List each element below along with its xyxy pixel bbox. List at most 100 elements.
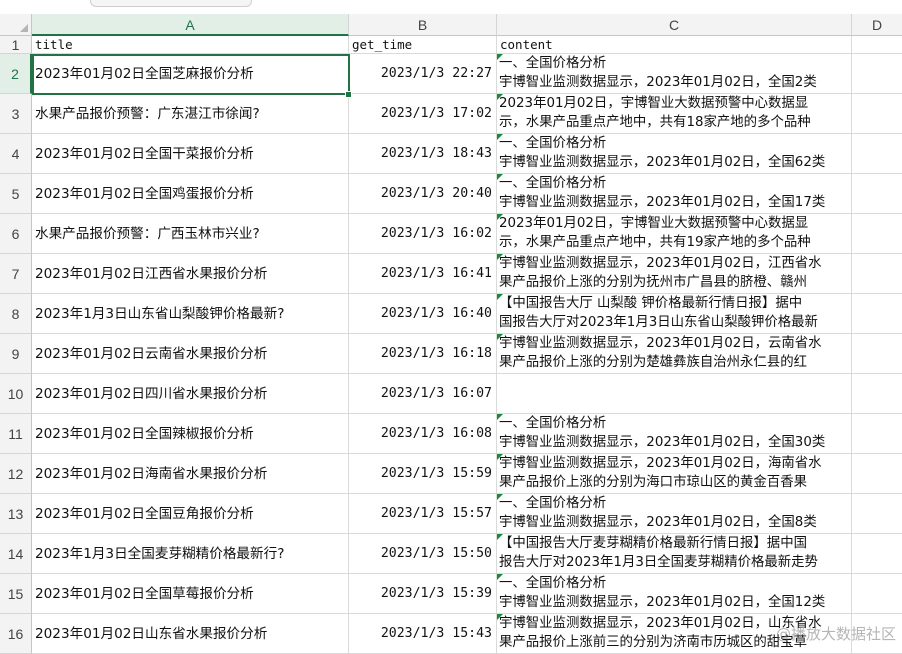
content-line: 一、全国价格分析 [499,136,607,151]
time-cell[interactable]: 2023/1/3 15:43 [349,614,497,654]
time-cell[interactable]: 2023/1/3 16:02 [349,214,497,254]
time-cell[interactable]: 2023/1/3 15:50 [349,534,497,574]
empty-cell-d[interactable] [852,294,902,334]
empty-cell-d[interactable] [852,94,902,134]
title-cell[interactable]: 2023年1月3日山东省山梨酸钾价格最新? [32,294,349,334]
empty-cell-d[interactable] [852,494,902,534]
spreadsheet-grid: A B C D 1 title get_time content 2 2023年0… [0,14,902,654]
cell-c1[interactable]: content [497,36,852,54]
time-cell[interactable]: 2023/1/3 22:27 [349,54,497,94]
empty-cell-d[interactable] [852,214,902,254]
row-header[interactable]: 8 [0,294,32,334]
error-indicator-icon [497,94,503,100]
toolbar-tab-stub[interactable] [90,0,252,7]
column-header-a[interactable]: A [32,14,349,36]
empty-cell-d[interactable] [852,54,902,94]
content-line: 报告大厅对2023年1月3日全国麦芽糊精价格最新走势 [499,555,818,570]
content-cell[interactable]: 一、全国价格分析 宇博智业监测数据显示，2023年01月02日，全国62类 [497,134,852,174]
time-cell[interactable]: 2023/1/3 15:59 [349,454,497,494]
time-cell[interactable]: 2023/1/3 16:07 [349,374,497,414]
title-cell[interactable]: 2023年01月02日全国辣椒报价分析 [32,414,349,454]
content-cell[interactable]: 宇博智业监测数据显示，2023年01月02日，云南省水 果产品报价上涨的分别为楚雄… [497,334,852,374]
row-header[interactable]: 14 [0,534,32,574]
cell-a1[interactable]: title [32,36,349,54]
top-strip [0,0,902,14]
empty-cell-d[interactable] [852,534,902,574]
time-cell[interactable]: 2023/1/3 16:18 [349,334,497,374]
title-cell[interactable]: 2023年01月02日云南省水果报价分析 [32,334,349,374]
empty-cell-d[interactable] [852,334,902,374]
row-header[interactable]: 7 [0,254,32,294]
content-line: 宇博智业监测数据显示，2023年01月02日，全国12类 [499,595,826,610]
error-indicator-icon [497,134,503,140]
row-header[interactable]: 13 [0,494,32,534]
title-cell[interactable]: 2023年01月02日全国鸡蛋报价分析 [32,174,349,214]
row-header[interactable]: 12 [0,454,32,494]
content-cell[interactable]: 一、全国价格分析 宇博智业监测数据显示，2023年01月02日，全国30类 [497,414,852,454]
time-cell[interactable]: 2023/1/3 15:39 [349,574,497,614]
error-indicator-icon [497,534,503,540]
title-cell[interactable]: 2023年01月02日全国豆角报价分析 [32,494,349,534]
error-indicator-icon [497,574,503,580]
column-header-c[interactable]: C [497,14,852,36]
row-header[interactable]: 3 [0,94,32,134]
row-header[interactable]: 11 [0,414,32,454]
time-cell[interactable]: 2023/1/3 16:41 [349,254,497,294]
content-line: 一、全国价格分析 [499,176,607,191]
title-cell[interactable]: 水果产品报价预警：广西玉林市兴业? [32,214,349,254]
title-cell[interactable]: 2023年01月02日海南省水果报价分析 [32,454,349,494]
empty-cell-d[interactable] [852,374,902,414]
row-header[interactable]: 4 [0,134,32,174]
empty-cell-d[interactable] [852,574,902,614]
time-cell[interactable]: 2023/1/3 17:02 [349,94,497,134]
title-cell[interactable]: 水果产品报价预警：广东湛江市徐闻? [32,94,349,134]
content-cell[interactable]: 2023年01月02日，宇博智业大数据预警中心数据显 示，水果产品重点产地中，共有… [497,94,852,134]
empty-cell-d[interactable] [852,254,902,294]
empty-cell-d[interactable] [852,454,902,494]
row-header[interactable]: 2 [0,54,32,94]
content-line: 【中国报告大厅 山梨酸 钾价格最新行情日报】据中 [499,296,803,311]
cell-d1[interactable] [852,36,902,54]
title-cell[interactable]: 2023年01月02日江西省水果报价分析 [32,254,349,294]
row-header-1[interactable]: 1 [0,36,32,54]
row-header[interactable]: 15 [0,574,32,614]
empty-cell-d[interactable] [852,414,902,454]
title-cell[interactable]: 2023年01月02日四川省水果报价分析 [32,374,349,414]
content-cell[interactable]: 一、全国价格分析 宇博智业监测数据显示，2023年01月02日，全国8类 [497,494,852,534]
content-cell[interactable]: 【中国报告大厅麦芽糊精价格最新行情日报】据中国 报告大厅对2023年1月3日全国麦… [497,534,852,574]
row-header[interactable]: 9 [0,334,32,374]
select-all-corner[interactable] [0,14,32,36]
content-cell[interactable]: 一、全国价格分析 宇博智业监测数据显示，2023年01月02日，全国17类 [497,174,852,214]
row-header[interactable]: 10 [0,374,32,414]
fill-handle[interactable] [345,91,352,98]
content-cell[interactable]: 宇博智业监测数据显示，2023年01月02日，海南省水 果产品报价上涨的分别为海口… [497,454,852,494]
error-indicator-icon [497,494,503,500]
empty-cell-d[interactable] [852,134,902,174]
title-cell[interactable]: 2023年01月02日全国芝麻报价分析 [32,54,349,94]
title-cell[interactable]: 2023年01月02日全国草莓报价分析 [32,574,349,614]
content-line: 果产品报价上涨的分别为抚州市广昌县的脐橙、赣州 [499,275,807,290]
time-cell[interactable]: 2023/1/3 16:08 [349,414,497,454]
cell-b1[interactable]: get_time [349,36,497,54]
row-header[interactable]: 16 [0,614,32,654]
column-header-b[interactable]: B [349,14,497,36]
content-cell[interactable]: 2023年01月02日，宇博智业大数据预警中心数据显 示，水果产品重点产地中，共有… [497,214,852,254]
row-header[interactable]: 5 [0,174,32,214]
column-header-d[interactable]: D [852,14,902,36]
content-cell[interactable] [497,374,852,414]
title-cell[interactable]: 2023年1月3日全国麦芽糊精价格最新行? [32,534,349,574]
time-cell[interactable]: 2023/1/3 15:57 [349,494,497,534]
content-cell[interactable]: 宇博智业监测数据显示，2023年01月02日，江西省水 果产品报价上涨的分别为抚州… [497,254,852,294]
content-cell[interactable]: 一、全国价格分析 宇博智业监测数据显示，2023年01月02日，全国2类 [497,54,852,94]
error-indicator-icon [497,294,503,300]
row-header[interactable]: 6 [0,214,32,254]
empty-cell-d[interactable] [852,174,902,214]
error-indicator-icon [497,174,503,180]
content-cell[interactable]: 【中国报告大厅 山梨酸 钾价格最新行情日报】据中 国报告大厅对2023年1月3日山… [497,294,852,334]
content-cell[interactable]: 一、全国价格分析 宇博智业监测数据显示，2023年01月02日，全国12类 [497,574,852,614]
time-cell[interactable]: 2023/1/3 18:43 [349,134,497,174]
time-cell[interactable]: 2023/1/3 20:40 [349,174,497,214]
title-cell[interactable]: 2023年01月02日全国干菜报价分析 [32,134,349,174]
title-cell[interactable]: 2023年01月02日山东省水果报价分析 [32,614,349,654]
time-cell[interactable]: 2023/1/3 16:40 [349,294,497,334]
